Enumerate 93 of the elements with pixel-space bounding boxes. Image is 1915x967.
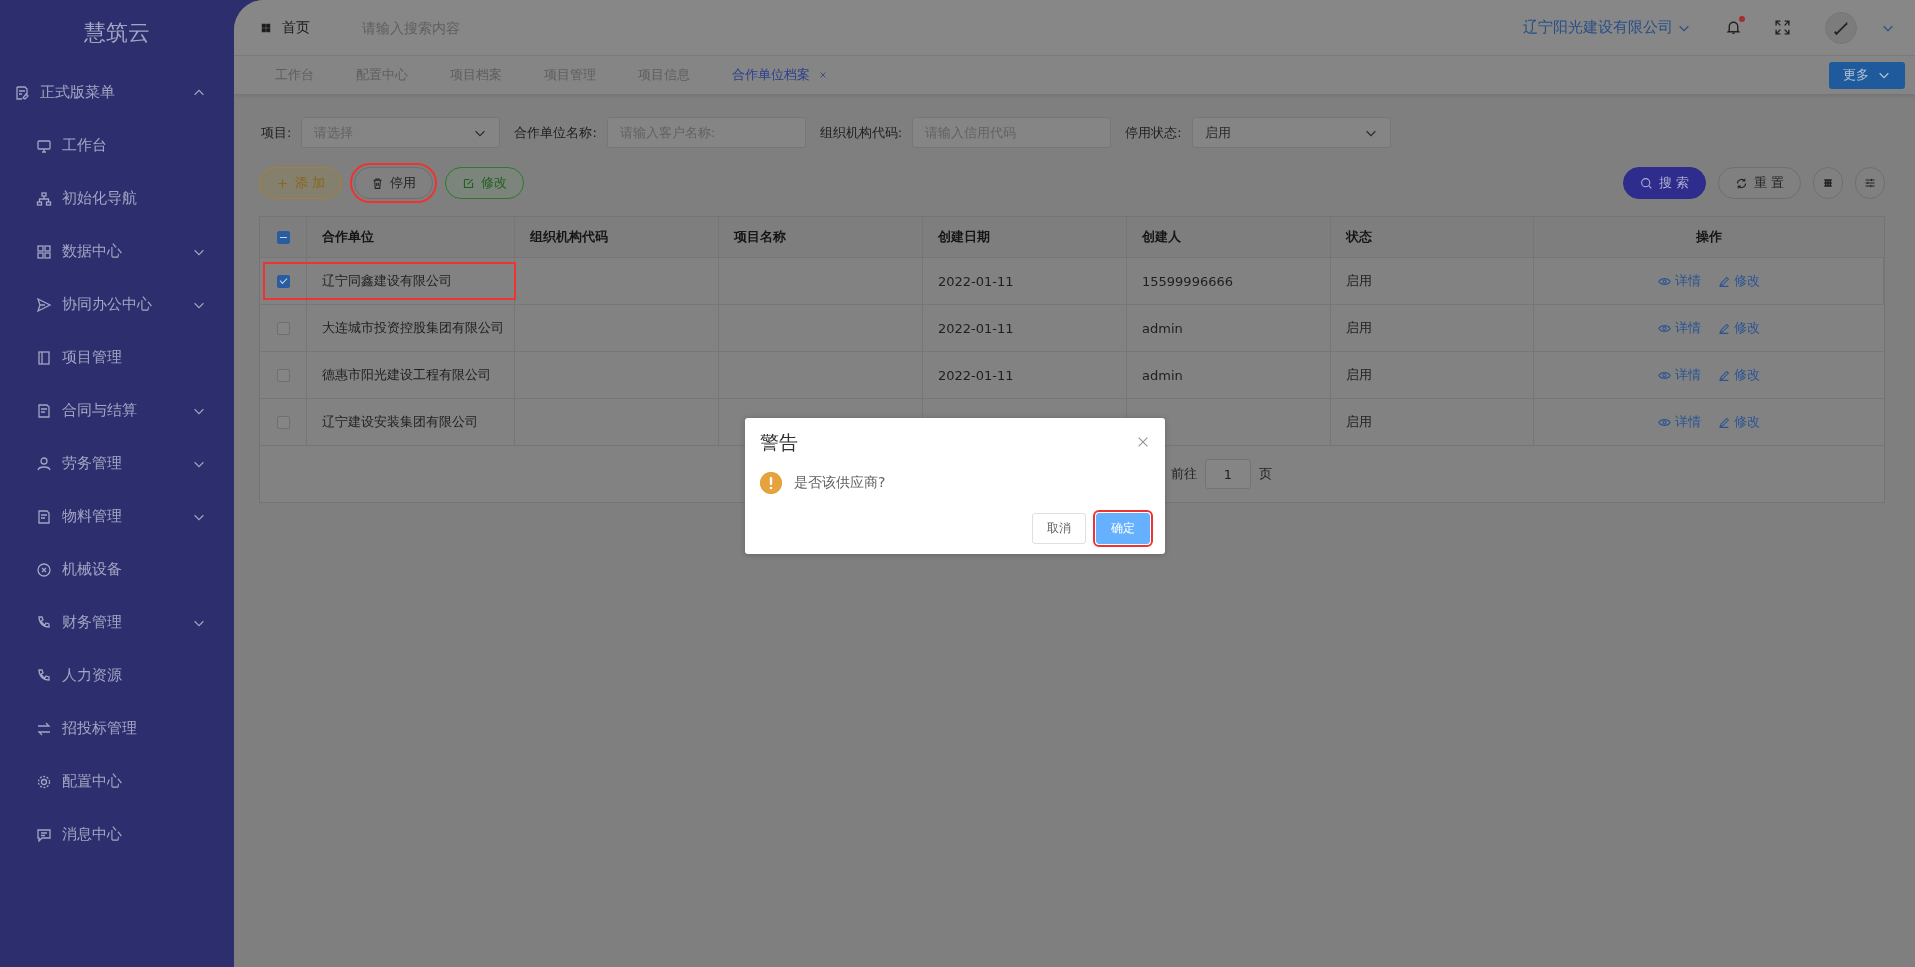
- sitemap-icon: [36, 190, 52, 207]
- menu-doc-icon: [14, 84, 30, 101]
- phone-icon: [36, 614, 52, 631]
- sidebar-item[interactable]: 数据中心: [0, 225, 234, 278]
- person-icon: [36, 455, 52, 472]
- avatar[interactable]: [1825, 11, 1857, 44]
- close-icon: [818, 70, 828, 80]
- column-header: 创建日期: [938, 228, 990, 246]
- page-suffix: 页: [1259, 465, 1272, 483]
- sidebar-section[interactable]: 正式版菜单: [0, 66, 234, 119]
- app-logo: 慧筑云: [83, 19, 151, 47]
- circle-x-icon: [36, 561, 52, 578]
- fullscreen-icon: [1774, 19, 1791, 36]
- company-dropdown[interactable]: 辽宁阳光建设有限公司: [1523, 18, 1691, 37]
- reset-button[interactable]: 重 置: [1717, 167, 1801, 199]
- refresh-icon: [1734, 176, 1748, 190]
- phone-icon: [36, 667, 52, 684]
- book-icon: [36, 349, 52, 366]
- column-header: 状态: [1346, 228, 1372, 246]
- sidebar-item[interactable]: 项目管理: [0, 331, 234, 384]
- table-cell: 辽宁同鑫建设有限公司: [322, 272, 452, 290]
- page-input[interactable]: 1: [1205, 459, 1251, 489]
- table-cell: 德惠市阳光建设工程有限公司: [322, 366, 491, 384]
- table-cell: 15599996666: [1142, 273, 1233, 289]
- table-row[interactable]: 德惠市阳光建设工程有限公司 2022-01-11 admin 启用 详情 修改: [260, 352, 1884, 399]
- more-button[interactable]: 更多: [1829, 61, 1905, 89]
- table-row[interactable]: 大连城市投资控股集团有限公司 2022-01-11 admin 启用 详情 修改: [260, 305, 1884, 352]
- sidebar-item[interactable]: 初始化导航: [0, 172, 234, 225]
- table-cell: 启用: [1346, 319, 1372, 337]
- column-header: 创建人: [1142, 228, 1181, 246]
- table-cell: 2022-01-11: [938, 367, 1014, 383]
- table-cell: admin: [1142, 367, 1183, 383]
- table-cell: 大连城市投资控股集团有限公司: [322, 319, 504, 337]
- sidebar-item[interactable]: 劳务管理: [0, 437, 234, 490]
- gear-icon: [36, 773, 52, 790]
- pen-icon: [1716, 274, 1730, 288]
- pen-icon: [1717, 415, 1730, 429]
- sidebar-item[interactable]: 消息中心: [0, 808, 234, 861]
- send-icon: [36, 296, 52, 313]
- document-icon: [36, 508, 52, 525]
- sidebar-item[interactable]: 合同与结算: [0, 384, 234, 437]
- filter-label: 合作单位名称:: [514, 123, 597, 142]
- table-cell: 启用: [1346, 272, 1372, 290]
- grid-icon: [260, 21, 272, 34]
- sidebar-item[interactable]: 财务管理: [0, 596, 234, 649]
- select-field[interactable]: 启用: [1191, 117, 1391, 148]
- tab[interactable]: 合作单位档案: [711, 56, 849, 94]
- column-header: 操作: [1696, 228, 1722, 246]
- grid-icon: [1822, 177, 1834, 189]
- table-cell: 2022-01-11: [938, 320, 1014, 336]
- table-cell: 启用: [1346, 413, 1372, 431]
- bell-icon: [1725, 19, 1742, 36]
- grid-icon: [36, 243, 52, 260]
- table-cell: 启用: [1346, 366, 1372, 384]
- search-icon: [1639, 176, 1653, 190]
- cancel-button[interactable]: 取消: [1032, 513, 1086, 544]
- chat-icon: [36, 826, 52, 843]
- sidebar-item[interactable]: 招投标管理: [0, 702, 234, 755]
- warning-icon: [760, 472, 782, 494]
- column-header: 项目名称: [734, 228, 786, 246]
- column-header: 组织机构代码: [530, 228, 608, 246]
- sidebar-item[interactable]: 机械设备: [0, 543, 234, 596]
- pen-icon: [1717, 321, 1730, 335]
- grid-view-button[interactable]: [1813, 167, 1843, 199]
- table-cell: 辽宁建设安装集团有限公司: [322, 413, 478, 431]
- search-button[interactable]: 搜 索: [1622, 167, 1706, 199]
- sidebar-item[interactable]: 物料管理: [0, 490, 234, 543]
- edit-icon: [462, 176, 476, 190]
- monitor-icon: [36, 137, 52, 154]
- filter-label: 停用状态:: [1125, 123, 1182, 142]
- trash-icon: [371, 176, 385, 190]
- sliders-icon: [1864, 177, 1876, 189]
- home-link[interactable]: 首页: [282, 18, 310, 37]
- sidebar-item[interactable]: 协同办公中心: [0, 278, 234, 331]
- select-all-checkbox[interactable]: [276, 230, 290, 244]
- table-cell: admin: [1142, 320, 1183, 336]
- sidebar-item[interactable]: 工作台: [0, 119, 234, 172]
- filter-label: 组织机构代码:: [819, 123, 903, 142]
- table-row[interactable]: 辽宁同鑫建设有限公司 2022-01-11 15599996666 启用 详情 修改: [260, 258, 1884, 305]
- arrows-icon: [36, 720, 52, 737]
- sidebar-item[interactable]: 配置中心: [0, 755, 234, 808]
- table-cell: 2022-01-11: [938, 273, 1014, 289]
- filter-settings-button[interactable]: [1855, 167, 1885, 199]
- pen-icon: [1717, 368, 1730, 382]
- goto-label: 前往: [1171, 465, 1197, 483]
- row-checkbox[interactable]: [276, 274, 290, 288]
- document-icon: [36, 402, 52, 419]
- plus-icon: [276, 176, 289, 190]
- dialog-message: 是否该供应商?: [794, 474, 886, 492]
- sidebar-item[interactable]: 人力资源: [0, 649, 234, 702]
- confirm-button[interactable]: 确定: [1096, 513, 1150, 544]
- filter-label: 项目:: [261, 123, 292, 142]
- column-header: 合作单位: [322, 228, 374, 246]
